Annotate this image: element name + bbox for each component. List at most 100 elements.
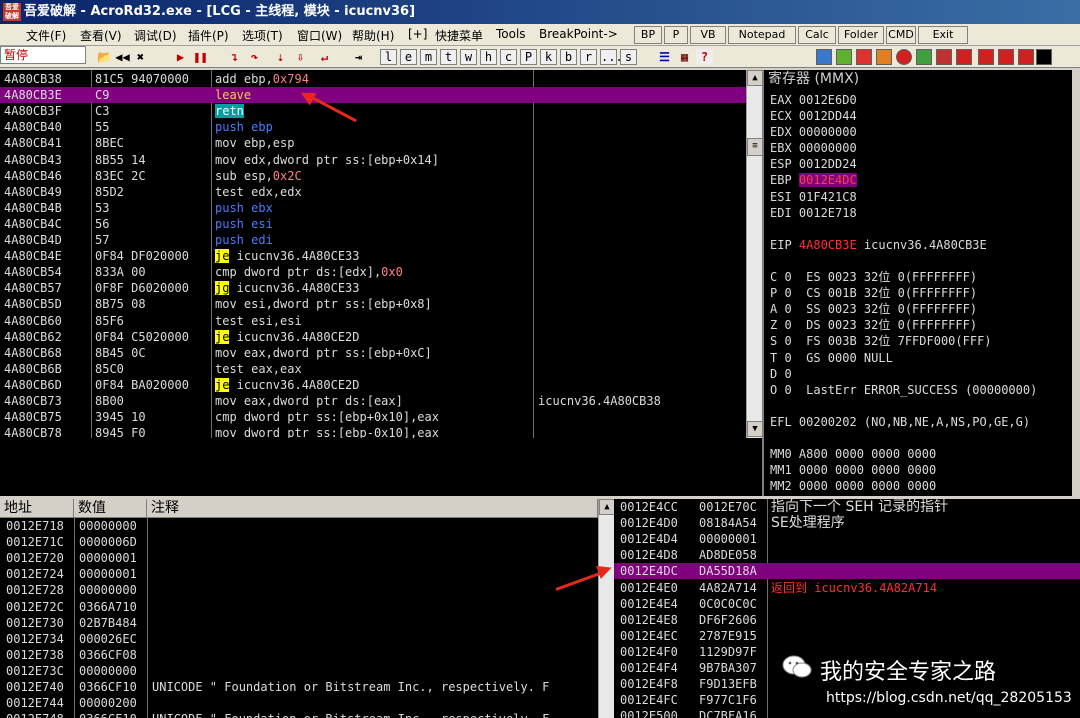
menu-item[interactable]: BreakPoint->	[539, 27, 618, 41]
disasm-row[interactable]: 4A80CB46 83EC 2C sub esp,0x2C	[0, 168, 746, 184]
dump-row[interactable]: 0012E744 00000200	[0, 695, 598, 711]
register-line[interactable]: EDX 00000000	[770, 124, 1037, 140]
toolbar-window-button[interactable]: b	[560, 49, 577, 65]
registers-pane[interactable]: 寄存器 (MMX) EAX 0012E6D0 ECX 0012DD44 EDX 00…	[762, 70, 1080, 496]
disasm-row[interactable]: 4A80CB4B 53 push ebx	[0, 200, 746, 216]
scroll-thumb[interactable]: ≡	[747, 138, 763, 156]
toolbar-window-button[interactable]: t	[440, 49, 457, 65]
register-line[interactable]: EDI 0012E718	[770, 205, 1037, 221]
dump-scrollbar[interactable]: ▲	[598, 499, 615, 718]
register-line[interactable]: C 0 ES 0023 32位 0(FFFFFFFF)	[770, 269, 1037, 285]
dump-row[interactable]: 0012E72C 0366A710	[0, 599, 598, 615]
stack-row[interactable]: 0012E4D4 00000001	[614, 531, 1080, 547]
disasm-row[interactable]: 4A80CB3F C3 retn	[0, 103, 746, 119]
toolbar-window-button[interactable]: ...	[600, 49, 623, 65]
menu-button[interactable]: Notepad	[728, 26, 796, 44]
trace-over-icon[interactable]: ⇩	[292, 49, 309, 65]
step-into-icon[interactable]: ↴	[226, 49, 243, 65]
toolbar-icon-9[interactable]	[978, 49, 994, 65]
run-icon[interactable]: ▶	[172, 49, 189, 65]
register-line[interactable]: EBX 00000000	[770, 140, 1037, 156]
menu-button[interactable]: P	[664, 26, 688, 44]
stack-row[interactable]: 0012E500 DC7BFA16	[614, 708, 1080, 718]
step-over-icon[interactable]: ↷	[246, 49, 263, 65]
scroll-down-icon[interactable]: ▼	[747, 421, 763, 437]
toolbar-icon-12[interactable]	[1036, 49, 1052, 65]
disasm-row[interactable]: 4A80CB41 8BEC mov ebp,esp	[0, 135, 746, 151]
toolbar-icon-6[interactable]	[916, 49, 932, 65]
disasm-row[interactable]: 4A80CB78 8945 F0 mov dword ptr ss:[ebp-0x1…	[0, 425, 746, 438]
help-icon[interactable]: ?	[696, 49, 713, 65]
register-line[interactable]	[770, 253, 1037, 269]
menu-item[interactable]: 帮助(H)	[352, 27, 394, 44]
register-line[interactable]: EFL 00200202 (NO,NB,NE,A,NS,PO,GE,G)	[770, 414, 1037, 430]
registers-scrollbar[interactable]	[1072, 70, 1080, 496]
menu-item[interactable]: [+]	[408, 27, 427, 41]
memory-dump-pane[interactable]: 地址 数值 注释 0012E718 00000000 0012E71C 0000006…	[0, 499, 598, 718]
execute-till-return-icon[interactable]: ↵	[316, 49, 333, 65]
register-line[interactable]: ECX 0012DD44	[770, 108, 1037, 124]
stack-row[interactable]: 0012E4D8 AD8DE058	[614, 547, 1080, 563]
menu-button[interactable]: Calc	[798, 26, 836, 44]
register-line[interactable]: MM1 0000 0000 0000 0000	[770, 462, 1037, 478]
menu-item[interactable]: 快捷菜单	[435, 27, 483, 44]
target-icon[interactable]	[896, 49, 912, 65]
disasm-row[interactable]: 4A80CB4C 56 push esi	[0, 216, 746, 232]
register-line[interactable]: P 0 CS 001B 32位 0(FFFFFFFF)	[770, 285, 1037, 301]
register-line[interactable]: ESI 01F421C8	[770, 189, 1037, 205]
register-line[interactable]: MM0 A800 0000 0000 0000	[770, 446, 1037, 462]
menu-item[interactable]: Tools	[496, 27, 526, 41]
menu-button[interactable]: Exit	[918, 26, 968, 44]
disasm-row[interactable]: 4A80CB60 85F6 test esi,esi	[0, 313, 746, 329]
goto-icon[interactable]: ⇥	[350, 49, 367, 65]
dump-header-address[interactable]: 地址	[0, 499, 74, 518]
stack-row[interactable]: 0012E4DC DA55D18A	[614, 563, 1080, 580]
register-line[interactable]: T 0 GS 0000 NULL	[770, 350, 1037, 366]
dump-row[interactable]: 0012E748 0366CF10 UNICODE " Foundation or …	[0, 711, 598, 718]
dump-row[interactable]: 0012E738 0366CF08	[0, 647, 598, 663]
options-icon[interactable]: ☰	[656, 49, 673, 65]
register-line[interactable]: O 0 LastErr ERROR_SUCCESS (00000000)	[770, 382, 1037, 398]
disasm-row[interactable]: 4A80CB75 3945 10 cmp dword ptr ss:[ebp+0x1…	[0, 409, 746, 425]
disasm-row[interactable]: 4A80CB57 0F8F D6020000 jg icucnv36.4A80CE3…	[0, 280, 746, 296]
register-line[interactable]: EIP 4A80CB3E icucnv36.4A80CB3E	[770, 237, 1037, 253]
disassembly-pane[interactable]: 4A80CB38 81C5 94070000 add ebp,0x794 4A80CB…	[0, 70, 746, 438]
toolbar-window-button[interactable]: h	[480, 49, 497, 65]
toolbar-window-button[interactable]: P	[520, 49, 537, 65]
register-line[interactable]	[770, 430, 1037, 446]
toolbar-icon-3[interactable]	[856, 49, 872, 65]
stack-row[interactable]: 0012E4E8 DF6F2606	[614, 612, 1080, 628]
dump-header-comment[interactable]: 注释	[147, 499, 598, 518]
disasm-row[interactable]: 4A80CB49 85D2 test edx,edx	[0, 184, 746, 200]
toolbar-window-button[interactable]: e	[400, 49, 417, 65]
disasm-row[interactable]: 4A80CB68 8B45 0C mov eax,dword ptr ss:[ebp…	[0, 345, 746, 361]
disasm-row[interactable]: 4A80CB54 833A 00 cmp dword ptr ds:[edx],0x…	[0, 264, 746, 280]
dump-row[interactable]: 0012E724 00000001	[0, 566, 598, 582]
dump-row[interactable]: 0012E740 0366CF10 UNICODE " Foundation or …	[0, 679, 598, 695]
register-line[interactable]: A 0 SS 0023 32位 0(FFFFFFFF)	[770, 301, 1037, 317]
disasm-row[interactable]: 4A80CB73 8B00 mov eax,dword ptr ds:[eax] ic…	[0, 393, 746, 409]
menu-item[interactable]: 文件(F)	[26, 27, 66, 44]
register-line[interactable]	[770, 398, 1037, 414]
menu-button[interactable]: CMD	[886, 26, 916, 44]
stack-row[interactable]: 0012E4E0 4A82A714 返回到 icucnv36.4A82A714	[614, 580, 1080, 596]
appearance-icon[interactable]: ▦	[676, 49, 693, 65]
dump-header-value[interactable]: 数值	[74, 499, 147, 518]
dump-row[interactable]: 0012E728 00000000	[0, 582, 598, 598]
toolbar-window-button[interactable]: l	[380, 49, 397, 65]
disasm-row[interactable]: 4A80CB43 8B55 14 mov edx,dword ptr ss:[ebp…	[0, 152, 746, 168]
register-line[interactable]: S 0 FS 003B 32位 7FFDF000(FFF)	[770, 333, 1037, 349]
disasm-row[interactable]: 4A80CB40 55 push ebp	[0, 119, 746, 135]
dump-row[interactable]: 0012E734 000026EC	[0, 631, 598, 647]
stack-row[interactable]: 0012E4EC 2787E915	[614, 628, 1080, 644]
toolbar-window-button[interactable]: m	[420, 49, 437, 65]
menu-item[interactable]: 窗口(W)	[297, 27, 342, 44]
register-line[interactable]	[770, 221, 1037, 237]
register-line[interactable]: D 0	[770, 366, 1037, 382]
menu-button[interactable]: BP	[634, 26, 662, 44]
menu-item[interactable]: 插件(P)	[188, 27, 229, 44]
pause-icon[interactable]: ❚❚	[192, 49, 209, 65]
dump-row[interactable]: 0012E718 00000000	[0, 518, 598, 534]
toolbar-icon-1[interactable]	[816, 49, 832, 65]
dump-row[interactable]: 0012E720 00000001	[0, 550, 598, 566]
